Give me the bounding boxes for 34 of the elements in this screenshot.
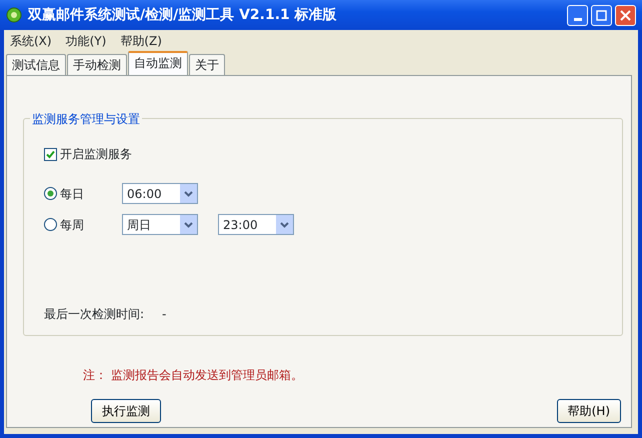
note-text: 注： 监测报告会自动发送到管理员邮箱。 (83, 367, 304, 384)
close-button[interactable] (615, 4, 636, 26)
caret-icon (184, 190, 193, 196)
dropdown[interactable]: 23:00 (218, 214, 294, 235)
radio-dot-icon (47, 190, 54, 197)
last-check-value: - (162, 306, 166, 323)
maximize-button[interactable] (591, 4, 612, 26)
maximize-icon (596, 10, 607, 20)
dropdown[interactable]: 06:00 (122, 183, 198, 204)
app-icon (6, 7, 22, 23)
tab[interactable]: 测试信息 (6, 54, 66, 75)
radio-button[interactable] (44, 187, 57, 200)
group-title: 监测服务管理与设置 (30, 110, 142, 128)
menu-item[interactable]: 帮助(Z) (120, 32, 162, 47)
minimize-icon (574, 18, 582, 20)
dropdown[interactable]: 周日 (122, 214, 198, 235)
minimize-button[interactable] (567, 4, 588, 26)
radio-button[interactable] (44, 218, 57, 231)
tab[interactable]: 自动监测 (128, 51, 188, 75)
close-icon (620, 10, 631, 20)
last-check-label: 最后一次检测时间: (44, 306, 144, 323)
tab[interactable]: 手动检测 (67, 54, 127, 75)
window-title: 双赢邮件系统测试/检测/监测工具 V2.1.1 标准版 (28, 6, 337, 24)
checkbox-label: 开启监测服务 (60, 146, 132, 163)
tab[interactable]: 关于 (189, 54, 225, 75)
run-button[interactable]: 执行监测 (91, 399, 161, 423)
enable-checkbox[interactable] (44, 148, 57, 160)
radio-label: 每周 (60, 216, 85, 234)
caret-icon (184, 222, 193, 228)
help-button[interactable]: 帮助(H) (556, 399, 621, 423)
menu-item[interactable]: 功能(Y) (66, 32, 106, 47)
radio-label: 每日 (60, 186, 85, 202)
menu-item[interactable]: 系统(X) (10, 32, 52, 47)
caret-icon (280, 222, 289, 228)
